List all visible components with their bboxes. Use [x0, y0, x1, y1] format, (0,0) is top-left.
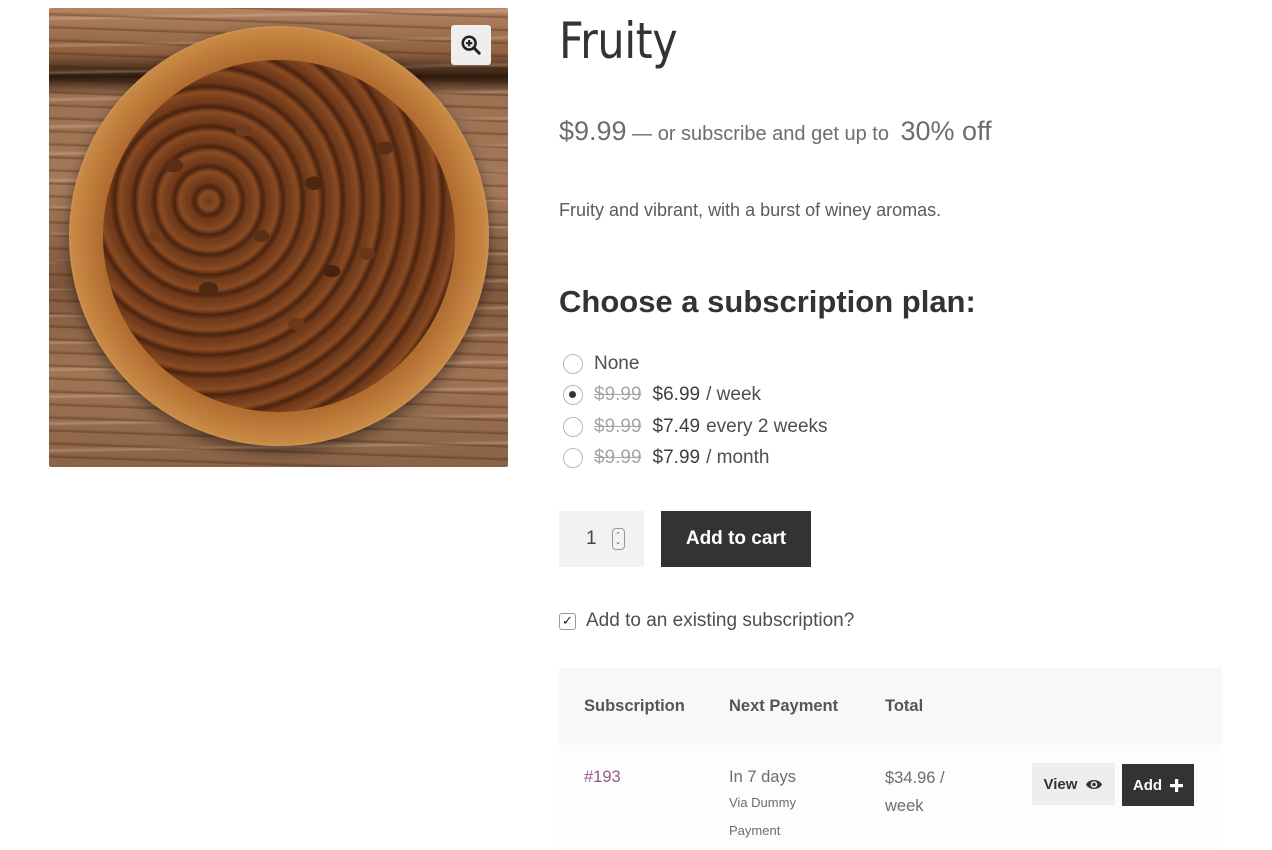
- plan-option-biweekly[interactable]: $9.99 $7.49 every 2 weeks: [563, 411, 828, 443]
- original-price: $9.99: [594, 384, 642, 406]
- discount-text: 30% off: [900, 116, 992, 146]
- subscription-link[interactable]: #193: [584, 768, 621, 787]
- add-to-cart-form: 1 ⌃ ⌄ Add to cart: [559, 511, 811, 567]
- add-to-subscription-button[interactable]: Add: [1122, 764, 1194, 806]
- eye-icon: [1086, 779, 1103, 789]
- table-header: Subscription Next Payment Total: [559, 668, 1222, 745]
- product-image[interactable]: [49, 8, 508, 467]
- plan-price: $6.99: [652, 384, 701, 406]
- view-subscription-button[interactable]: View: [1032, 763, 1115, 805]
- original-price: $9.99: [594, 447, 642, 469]
- existing-subscriptions-table: Subscription Next Payment Total #193 In …: [559, 668, 1222, 850]
- price-line: $9.99 — or subscribe and get up to 30% o…: [559, 116, 992, 147]
- radio-biweekly[interactable]: [563, 416, 583, 437]
- product-price: $9.99: [559, 116, 627, 146]
- existing-subscription-checkbox[interactable]: ✓: [559, 612, 576, 630]
- plan-period: / week: [706, 384, 762, 406]
- plan-price: $7.99: [652, 447, 701, 469]
- payment-method: Via Dummy Payment: [729, 795, 796, 838]
- plan-period: / month: [706, 447, 770, 469]
- subscribe-promo-text: — or subscribe and get up to: [626, 123, 895, 145]
- chevron-down-icon[interactable]: ⌄: [615, 539, 621, 546]
- column-header-subscription: Subscription: [584, 697, 685, 715]
- coffee-beans: [103, 60, 455, 412]
- plan-option-weekly[interactable]: $9.99 $6.99 / week: [563, 380, 828, 412]
- product-title: Fruity: [559, 12, 678, 70]
- next-payment-date: In 7 days: [729, 768, 796, 786]
- checkmark-icon: ✓: [562, 613, 573, 628]
- plan-price: $7.49: [652, 415, 701, 437]
- chevron-up-icon[interactable]: ⌃: [615, 532, 621, 539]
- add-label: Add: [1132, 776, 1163, 794]
- quantity-value: 1: [586, 528, 597, 549]
- view-label: View: [1043, 775, 1078, 793]
- add-to-cart-button[interactable]: Add to cart: [661, 511, 811, 567]
- product-description: Fruity and vibrant, with a burst of wine…: [559, 200, 942, 220]
- existing-subscription-label: Add to an existing subscription?: [586, 610, 855, 631]
- column-header-total: Total: [885, 697, 924, 715]
- add-to-existing-subscription[interactable]: ✓ Add to an existing subscription?: [559, 610, 854, 632]
- plan-period: every 2 weeks: [706, 415, 828, 437]
- plan-label: None: [594, 352, 640, 374]
- subscription-plan-options: None $9.99 $6.99 / week $9.99 $7.49 ever…: [563, 348, 828, 474]
- plus-icon: [1170, 778, 1184, 792]
- quantity-input[interactable]: 1 ⌃ ⌄: [559, 511, 644, 567]
- subscription-total: $34.96 / week: [885, 769, 945, 815]
- plan-option-none[interactable]: None: [563, 348, 828, 380]
- radio-weekly[interactable]: [563, 385, 583, 406]
- zoom-in-icon: [461, 35, 481, 55]
- subscription-plan-heading: Choose a subscription plan:: [559, 284, 976, 319]
- original-price: $9.99: [594, 415, 642, 437]
- quantity-stepper[interactable]: ⌃ ⌄: [611, 528, 625, 550]
- column-header-next-payment: Next Payment: [729, 697, 839, 715]
- plan-option-monthly[interactable]: $9.99 $7.99 / month: [563, 443, 828, 475]
- radio-monthly[interactable]: [563, 448, 583, 469]
- image-zoom-button[interactable]: [451, 25, 491, 65]
- table-row: #193 In 7 days Via Dummy Payment $34.96 …: [559, 745, 1222, 850]
- next-payment-cell: In 7 days Via Dummy Payment: [729, 768, 809, 845]
- radio-none[interactable]: [563, 353, 583, 374]
